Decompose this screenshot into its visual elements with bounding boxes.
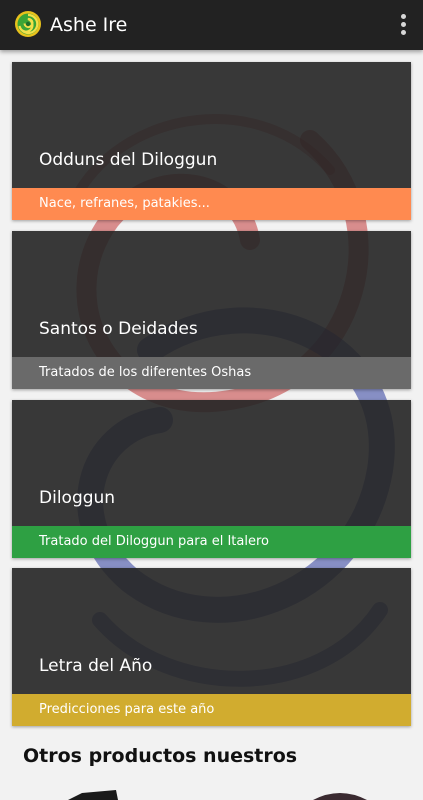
- app-title: Ashe Ire: [50, 14, 128, 36]
- card-title: Odduns del Diloggun: [39, 150, 218, 170]
- card-subtitle-band: Predicciones para este año: [12, 694, 411, 726]
- card-subtitle-band: Tratados de los diferentes Oshas: [12, 357, 411, 389]
- card-subtitle: Tratados de los diferentes Oshas: [39, 365, 252, 380]
- card-subtitle: Tratado del Diloggun para el Italero: [39, 534, 269, 549]
- card-odduns[interactable]: Odduns del Diloggun Nace, refranes, pata…: [12, 62, 411, 220]
- card-santos[interactable]: Santos o Deidades Tratados de los difere…: [12, 231, 411, 389]
- card-subtitle-band: Tratado del Diloggun para el Italero: [12, 526, 411, 558]
- card-diloggun[interactable]: Diloggun Tratado del Diloggun para el It…: [12, 400, 411, 558]
- overflow-menu-icon[interactable]: [393, 12, 413, 38]
- card-subtitle: Predicciones para este año: [39, 702, 215, 717]
- product-thumbnail[interactable]: [60, 790, 120, 800]
- card-subtitle-band: Nace, refranes, patakies...: [12, 188, 411, 220]
- other-products-heading: Otros productos nuestros: [23, 745, 298, 767]
- product-thumbnail[interactable]: [305, 790, 375, 800]
- app-bar: Ashe Ire: [0, 0, 423, 50]
- card-title: Diloggun: [39, 488, 116, 508]
- card-letra-del-ano[interactable]: Letra del Año Predicciones para este año: [12, 568, 411, 726]
- card-subtitle: Nace, refranes, patakies...: [39, 196, 210, 211]
- card-title: Letra del Año: [39, 656, 153, 676]
- green-spiral-logo-icon: [15, 11, 41, 37]
- card-title: Santos o Deidades: [39, 319, 198, 339]
